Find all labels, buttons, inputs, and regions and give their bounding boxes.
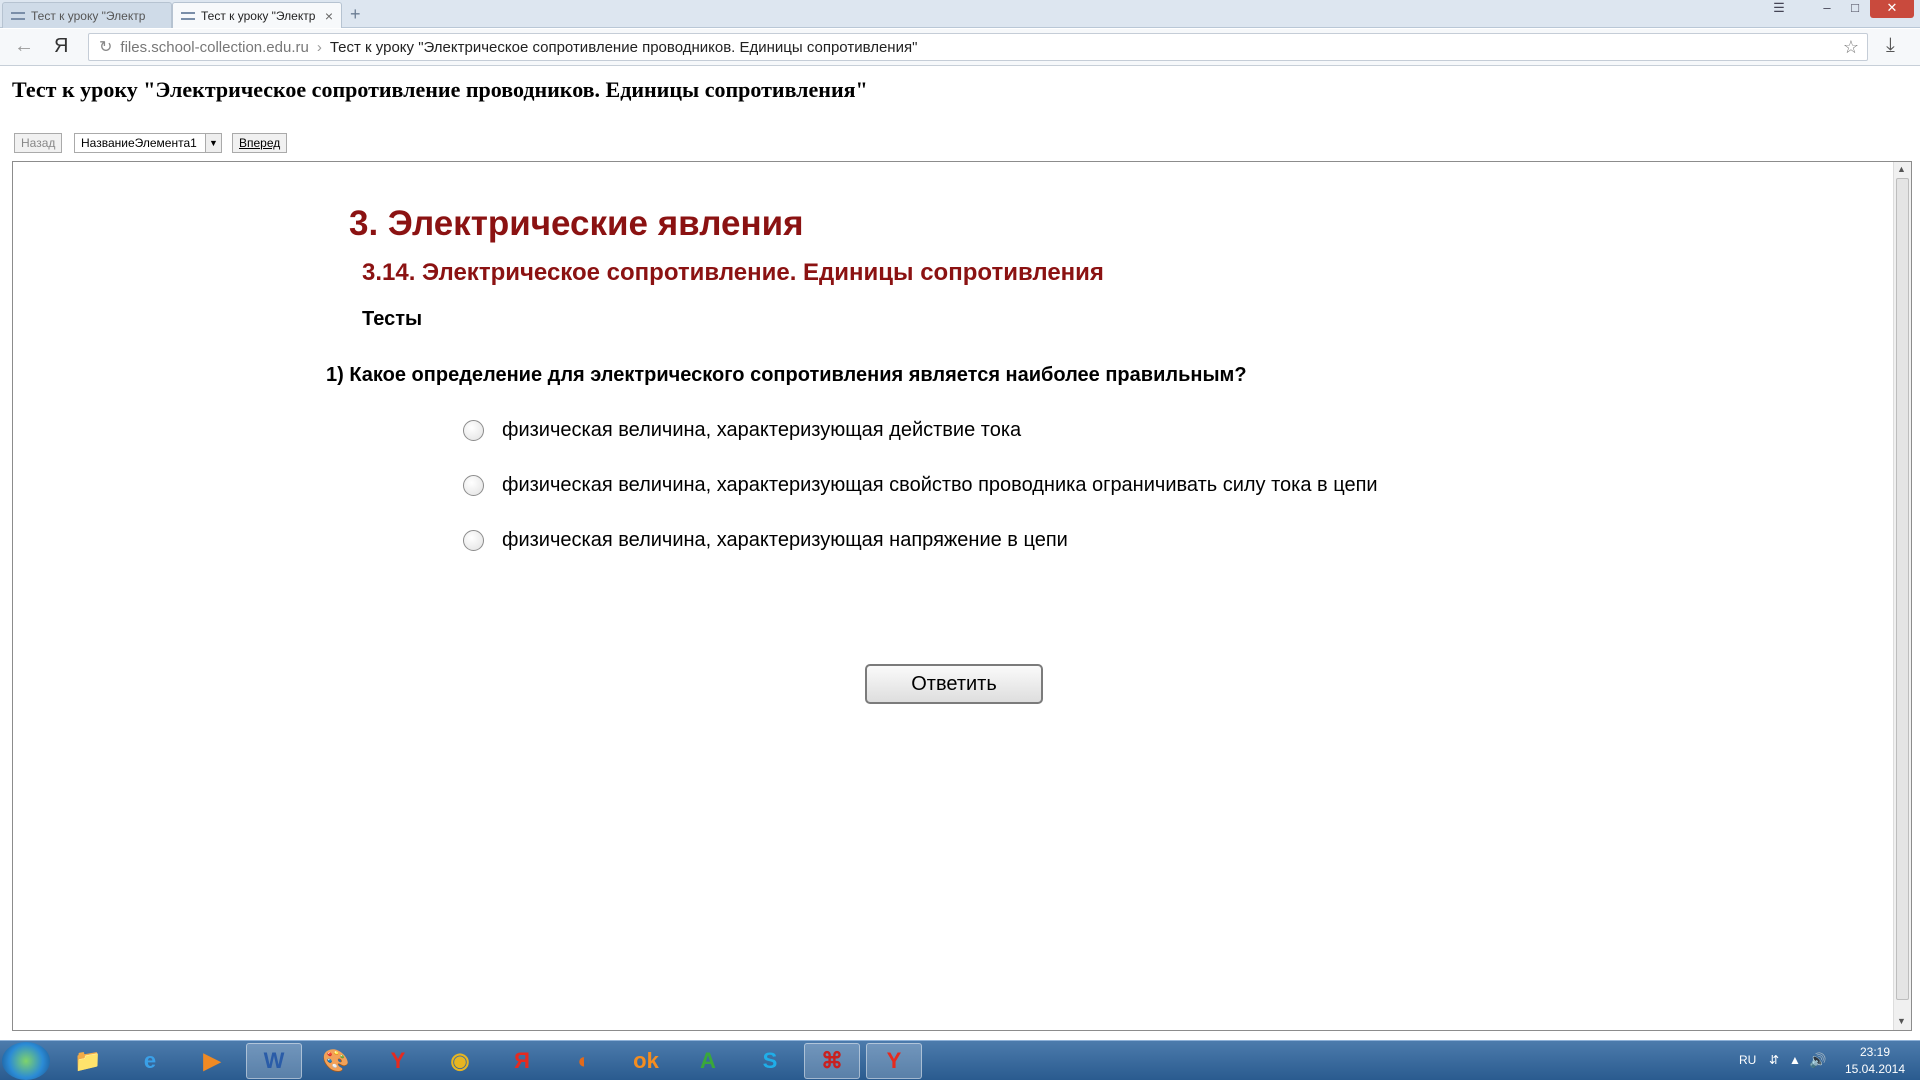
show-hidden-icons-icon[interactable]: ▲ [1789,1053,1801,1067]
word-taskbar-button[interactable]: W [246,1043,302,1079]
firefox-taskbar-button[interactable]: ◐ [556,1043,612,1079]
chrome-taskbar-button[interactable]: ◉ [432,1043,488,1079]
chapter-heading: 3. Электрические явления [349,204,804,243]
chevron-down-icon[interactable]: ▼ [205,134,221,152]
bookmark-star-icon[interactable]: ☆ [1843,37,1859,58]
option-label[interactable]: физическая величина, характеризующая нап… [502,529,1068,552]
scroll-down-icon[interactable]: ▼ [1897,1016,1906,1026]
explorer-taskbar-button[interactable]: 📁 [60,1043,116,1079]
item-select[interactable]: НазваниеЭлемента1 ▼ [74,133,222,153]
system-tray: RU ⇵ ▲ 🔊 23:19 15.04.2014 [1735,1041,1920,1081]
forward-button[interactable]: Вперед [232,133,288,153]
tab-close-icon[interactable]: × [325,8,333,24]
yandex-icon: Я [514,1048,530,1073]
new-tab-button[interactable]: + [350,4,361,25]
odnoklassniki-taskbar-button[interactable]: ok [618,1043,674,1079]
adobe-reader-taskbar-button[interactable]: ⌘ [804,1043,860,1079]
back-arrow-icon[interactable]: ← [14,35,34,58]
minimize-button[interactable]: – [1814,0,1840,18]
yandex-logo-icon[interactable]: Я [54,35,68,58]
url-page-title: Тест к уроку "Электрическое сопротивлени… [329,38,918,56]
firefox-icon: ◐ [577,1048,591,1073]
yandex-browser-2-icon: Y [886,1048,902,1073]
page-favicon-icon [181,11,195,20]
yandex-taskbar-button[interactable]: Я [494,1043,550,1079]
yandex-browser-2-taskbar-button[interactable]: Y [866,1043,922,1079]
paint-icon: 🎨 [322,1048,350,1073]
answer-option[interactable]: физическая величина, характеризующая сво… [463,474,1378,497]
abbyy-icon: A [700,1048,716,1073]
radio-button[interactable] [463,530,484,551]
tests-subtitle: Тесты [362,308,423,330]
section-heading: 3.14. Электрическое сопротивление. Едини… [362,259,1104,286]
lesson-frame: 3. Электрические явления 3.14. Электриче… [12,161,1912,1031]
option-label[interactable]: физическая величина, характеризующая дей… [502,419,1021,442]
chrome-icon: ◉ [450,1048,470,1073]
vertical-scrollbar[interactable]: ▲ ▼ [1893,162,1911,1030]
tab-title: Тест к уроку "Электр [31,8,146,23]
windows-taskbar: RU ⇵ ▲ 🔊 23:19 15.04.2014 📁 e ▶ W 🎨 Y ◉ Я ◐ ok A S ⌘… [0,1040,1920,1080]
url-separator: › [316,38,322,56]
url-bar[interactable]: ↻ files.school-collection.edu.ru › Тест … [88,33,1868,61]
internet-explorer-taskbar-button[interactable]: e [122,1043,178,1079]
odnoklassniki-icon: ok [633,1048,659,1073]
tab-title: Тест к уроку "Электр [201,8,316,23]
browser-tab-strip: Тест к уроку "Электр Тест к уроку "Элект… [0,0,1920,28]
radio-button[interactable] [463,420,484,441]
clock-date[interactable]: 15.04.2014 [1835,1062,1915,1076]
maximize-button[interactable]: □ [1842,0,1868,18]
skype-icon: S [762,1048,778,1073]
paint-taskbar-button[interactable]: 🎨 [308,1043,364,1079]
page-title: Тест к уроку "Электрическое сопротивлени… [12,77,868,102]
start-button[interactable] [2,1042,50,1080]
item-select-value: НазваниеЭлемента1 [81,136,197,150]
volume-icon[interactable]: 🔊 [1809,1052,1826,1069]
answer-button[interactable]: Ответить [865,664,1043,704]
page-content: Тест к уроку "Электрическое сопротивлени… [0,67,1920,1040]
close-window-button[interactable]: ✕ [1870,0,1914,18]
browser-tab[interactable]: Тест к уроку "Электр [2,2,172,28]
url-domain: files.school-collection.edu.ru [120,38,309,56]
option-label[interactable]: физическая величина, характеризующая сво… [502,474,1378,497]
back-button[interactable]: Назад [14,133,63,153]
answer-option[interactable]: физическая величина, характеризующая нап… [463,529,1068,552]
radio-button[interactable] [463,475,484,496]
clock-time[interactable]: 23:19 [1835,1045,1915,1059]
explorer-icon: 📁 [74,1048,102,1073]
abbyy-taskbar-button[interactable]: A [680,1043,736,1079]
skype-taskbar-button[interactable]: S [742,1043,798,1079]
adobe-reader-icon: ⌘ [821,1048,843,1073]
yandex-browser-taskbar-button[interactable]: Y [370,1043,426,1079]
language-indicator[interactable]: RU [1739,1053,1756,1067]
yandex-browser-icon: Y [390,1048,406,1073]
network-icon[interactable]: ⇵ [1769,1053,1779,1067]
download-icon[interactable]: ⤓ [1886,34,1895,57]
browser-menu-icon[interactable]: ☰ [1766,0,1792,18]
address-toolbar: ← Я ↻ files.school-collection.edu.ru › Т… [0,29,1920,66]
browser-tab-active[interactable]: Тест к уроку "Электр × [172,2,342,28]
scrollbar-thumb[interactable] [1896,178,1909,1000]
question-text: 1) Какое определение для электрического … [326,364,1247,386]
media-player-icon: ▶ [203,1048,221,1073]
media-player-taskbar-button[interactable]: ▶ [184,1043,240,1079]
page-favicon-icon [11,11,25,20]
answer-option[interactable]: физическая величина, характеризующая дей… [463,419,1021,442]
scroll-up-icon[interactable]: ▲ [1897,164,1906,174]
word-icon: W [263,1048,285,1073]
reload-icon[interactable]: ↻ [99,37,112,57]
internet-explorer-icon: e [143,1048,157,1073]
